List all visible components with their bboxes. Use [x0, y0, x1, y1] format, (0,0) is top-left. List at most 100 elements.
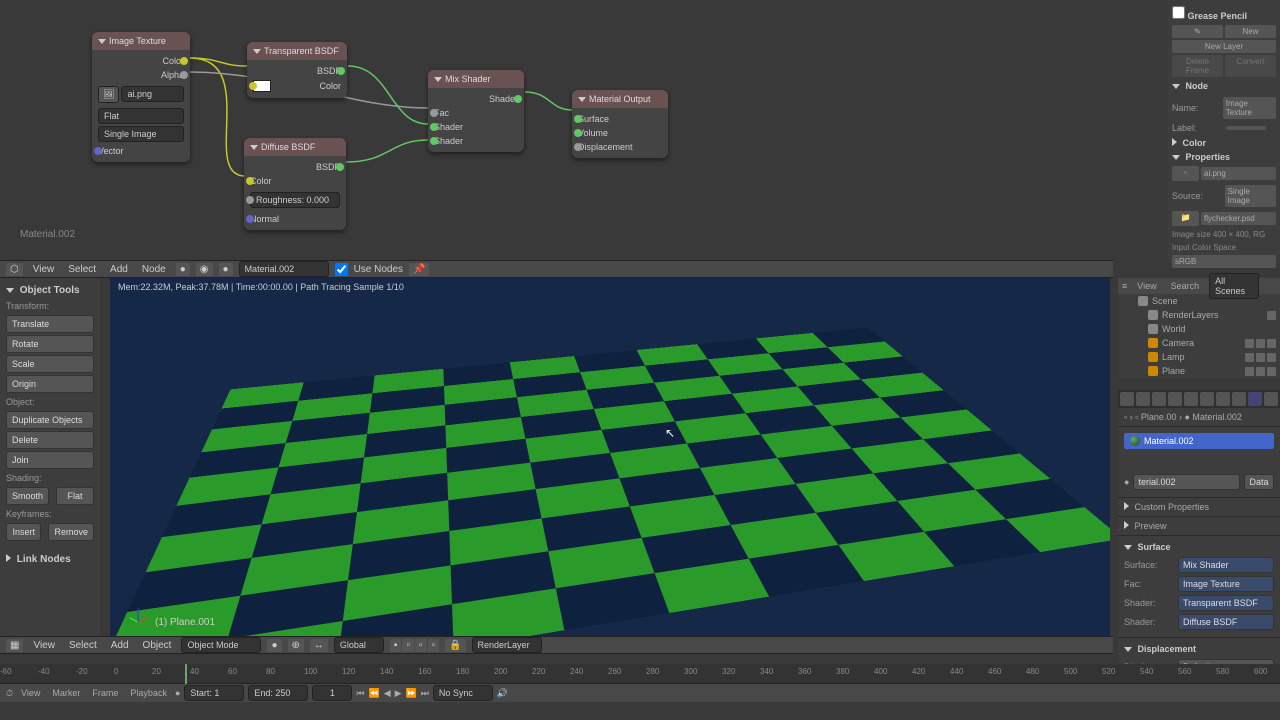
editor-type-icon[interactable]: ▦: [6, 639, 23, 652]
panel-preview[interactable]: Preview: [1118, 517, 1280, 536]
editor-type-icon[interactable]: ≡: [1122, 281, 1127, 291]
pivot-icon[interactable]: ⊕: [288, 639, 304, 652]
panel-header[interactable]: Displacement: [1138, 644, 1197, 654]
menu-search[interactable]: Search: [1167, 281, 1204, 291]
render-icon[interactable]: [1267, 353, 1276, 362]
socket-out-alpha[interactable]: [180, 71, 188, 79]
viewport-3d[interactable]: Mem:22.32M, Peak:37.78M | Time:00:00.00 …: [110, 278, 1110, 636]
socket-in-disp[interactable]: [574, 143, 582, 151]
collapse-icon[interactable]: [1124, 521, 1129, 529]
menu-marker[interactable]: Marker: [48, 688, 84, 698]
node-header[interactable]: Transparent BSDF: [247, 42, 347, 60]
layers-grid[interactable]: ▪▫▫▫: [390, 639, 439, 652]
socket-in-roughness[interactable]: [246, 196, 254, 204]
outliner-camera[interactable]: Camera: [1118, 336, 1280, 350]
translate-button[interactable]: Translate: [6, 315, 94, 333]
remove-keyframe-button[interactable]: Remove: [48, 523, 94, 541]
filepath-field[interactable]: flychecker.psd: [1201, 212, 1276, 225]
interp-field[interactable]: Single Image: [98, 126, 184, 142]
lock-camera-icon[interactable]: 🔒: [445, 639, 465, 652]
material-slot-list[interactable]: Material.002 ● terial.002 Data: [1118, 427, 1280, 498]
material-link-selector[interactable]: Data: [1244, 474, 1274, 490]
node-editor-header[interactable]: ⬡ View Select Add Node ● ◉ ● Material.00…: [0, 260, 1113, 278]
current-frame-field[interactable]: 1: [312, 685, 352, 701]
outliner-header[interactable]: ≡ View Search All Scenes: [1118, 278, 1280, 294]
menu-select[interactable]: Select: [64, 264, 100, 275]
orientation-selector[interactable]: Global: [334, 637, 384, 653]
mode-selector[interactable]: Object Mode: [181, 637, 261, 653]
menu-select[interactable]: Select: [65, 640, 101, 651]
timeline-ruler[interactable]: -60-40-200204060801001201401601802002202…: [0, 664, 1280, 684]
renderlayer-selector[interactable]: RenderLayer: [472, 637, 542, 653]
socket-out-color[interactable]: [180, 57, 188, 65]
mat-browse-icon[interactable]: ●: [219, 263, 233, 276]
tab-renderlayers[interactable]: [1136, 392, 1150, 406]
menu-frame[interactable]: Frame: [88, 688, 122, 698]
socket-out-shader[interactable]: [514, 95, 522, 103]
tab-modifiers[interactable]: [1216, 392, 1230, 406]
tab-render[interactable]: [1120, 392, 1134, 406]
menu-playback[interactable]: Playback: [126, 688, 171, 698]
node-editor[interactable]: Image Texture Color Alpha 🖼ai.png Flat S…: [0, 0, 1150, 246]
jump-end-icon[interactable]: ⏭: [421, 688, 429, 699]
node-header[interactable]: Mix Shader: [428, 70, 524, 88]
collapse-icon[interactable]: [6, 288, 14, 293]
node-header[interactable]: Material Output: [572, 90, 668, 108]
play-reverse-icon[interactable]: ◀: [384, 688, 391, 699]
socket-in-color[interactable]: [246, 177, 254, 185]
menu-add[interactable]: Add: [107, 640, 133, 651]
sel-icon[interactable]: [1256, 367, 1265, 376]
shader2-selector[interactable]: Diffuse BSDF: [1178, 614, 1274, 630]
properties-tabs[interactable]: [1118, 390, 1280, 408]
node-header[interactable]: Image Texture: [92, 32, 190, 50]
collapse-icon[interactable]: [250, 145, 258, 150]
source-selector[interactable]: Single Image: [1225, 185, 1276, 207]
collapse-icon[interactable]: [578, 97, 586, 102]
editor-type-icon[interactable]: ⬡: [6, 263, 23, 276]
grease-new-button[interactable]: New: [1225, 25, 1276, 38]
vis-icon[interactable]: [1245, 353, 1254, 362]
tab-object[interactable]: [1184, 392, 1198, 406]
node-mix-shader[interactable]: Mix Shader Shader Fac Shader Shader: [428, 70, 524, 152]
vis-icon[interactable]: [1245, 367, 1254, 376]
collapse-icon[interactable]: [1124, 647, 1132, 652]
outliner-lamp[interactable]: Lamp: [1118, 350, 1280, 364]
breadcrumb-mat[interactable]: Material.002: [1192, 412, 1242, 422]
scale-button[interactable]: Scale: [6, 355, 94, 373]
socket-in-color[interactable]: [249, 82, 257, 90]
viewport-header[interactable]: ▦ View Select Add Object Object Mode ● ⊕…: [0, 636, 1113, 654]
image-file-field[interactable]: ai.png: [121, 86, 184, 102]
mat-browse-icon[interactable]: ●: [1124, 477, 1129, 487]
grease-draw-icon[interactable]: ✎: [1172, 25, 1223, 38]
duplicate-button[interactable]: Duplicate Objects: [6, 411, 94, 429]
collapse-icon[interactable]: [1124, 502, 1129, 510]
color-space-selector[interactable]: sRGB: [1172, 255, 1276, 268]
socket-out-bsdf[interactable]: [336, 163, 344, 171]
node-material-output[interactable]: Material Output Surface Volume Displacem…: [572, 90, 668, 158]
breadcrumb-obj[interactable]: Plane.00: [1141, 412, 1177, 422]
manip-icon[interactable]: ↔: [310, 639, 328, 652]
icon[interactable]: ▫: [1172, 166, 1199, 181]
delete-frame-button[interactable]: Delete Frame: [1172, 55, 1223, 77]
outliner-scene[interactable]: Scene: [1118, 294, 1280, 308]
image-name-field[interactable]: ai.png: [1201, 167, 1276, 180]
material-name-field[interactable]: terial.002: [1133, 474, 1240, 490]
node-sidebar[interactable]: Grease Pencil ✎New New Layer Delete Fram…: [1168, 0, 1280, 262]
material-selector[interactable]: Material.002: [239, 261, 329, 277]
play-icon[interactable]: ▶: [395, 688, 402, 699]
projection-field[interactable]: Flat: [98, 108, 184, 124]
insert-keyframe-button[interactable]: Insert: [6, 523, 41, 541]
sel-icon[interactable]: [1256, 353, 1265, 362]
outliner[interactable]: ≡ View Search All Scenes Scene RenderLay…: [1118, 278, 1280, 378]
autokey-icon[interactable]: ●: [175, 688, 180, 698]
collapse-icon[interactable]: [1172, 155, 1180, 160]
node-diffuse-bsdf[interactable]: Diffuse BSDF BSDF Color Roughness: 0.000…: [244, 138, 346, 230]
panel-header[interactable]: Grease Pencil: [1188, 11, 1248, 21]
prev-keyframe-icon[interactable]: ⏪: [369, 688, 380, 699]
use-nodes-checkbox[interactable]: [335, 263, 348, 276]
panel-header[interactable]: Properties: [1186, 152, 1231, 162]
tab-world[interactable]: [1168, 392, 1182, 406]
tab-texture[interactable]: [1264, 392, 1278, 406]
socket-in-shader1[interactable]: [430, 123, 438, 131]
collapse-icon[interactable]: [434, 77, 442, 82]
